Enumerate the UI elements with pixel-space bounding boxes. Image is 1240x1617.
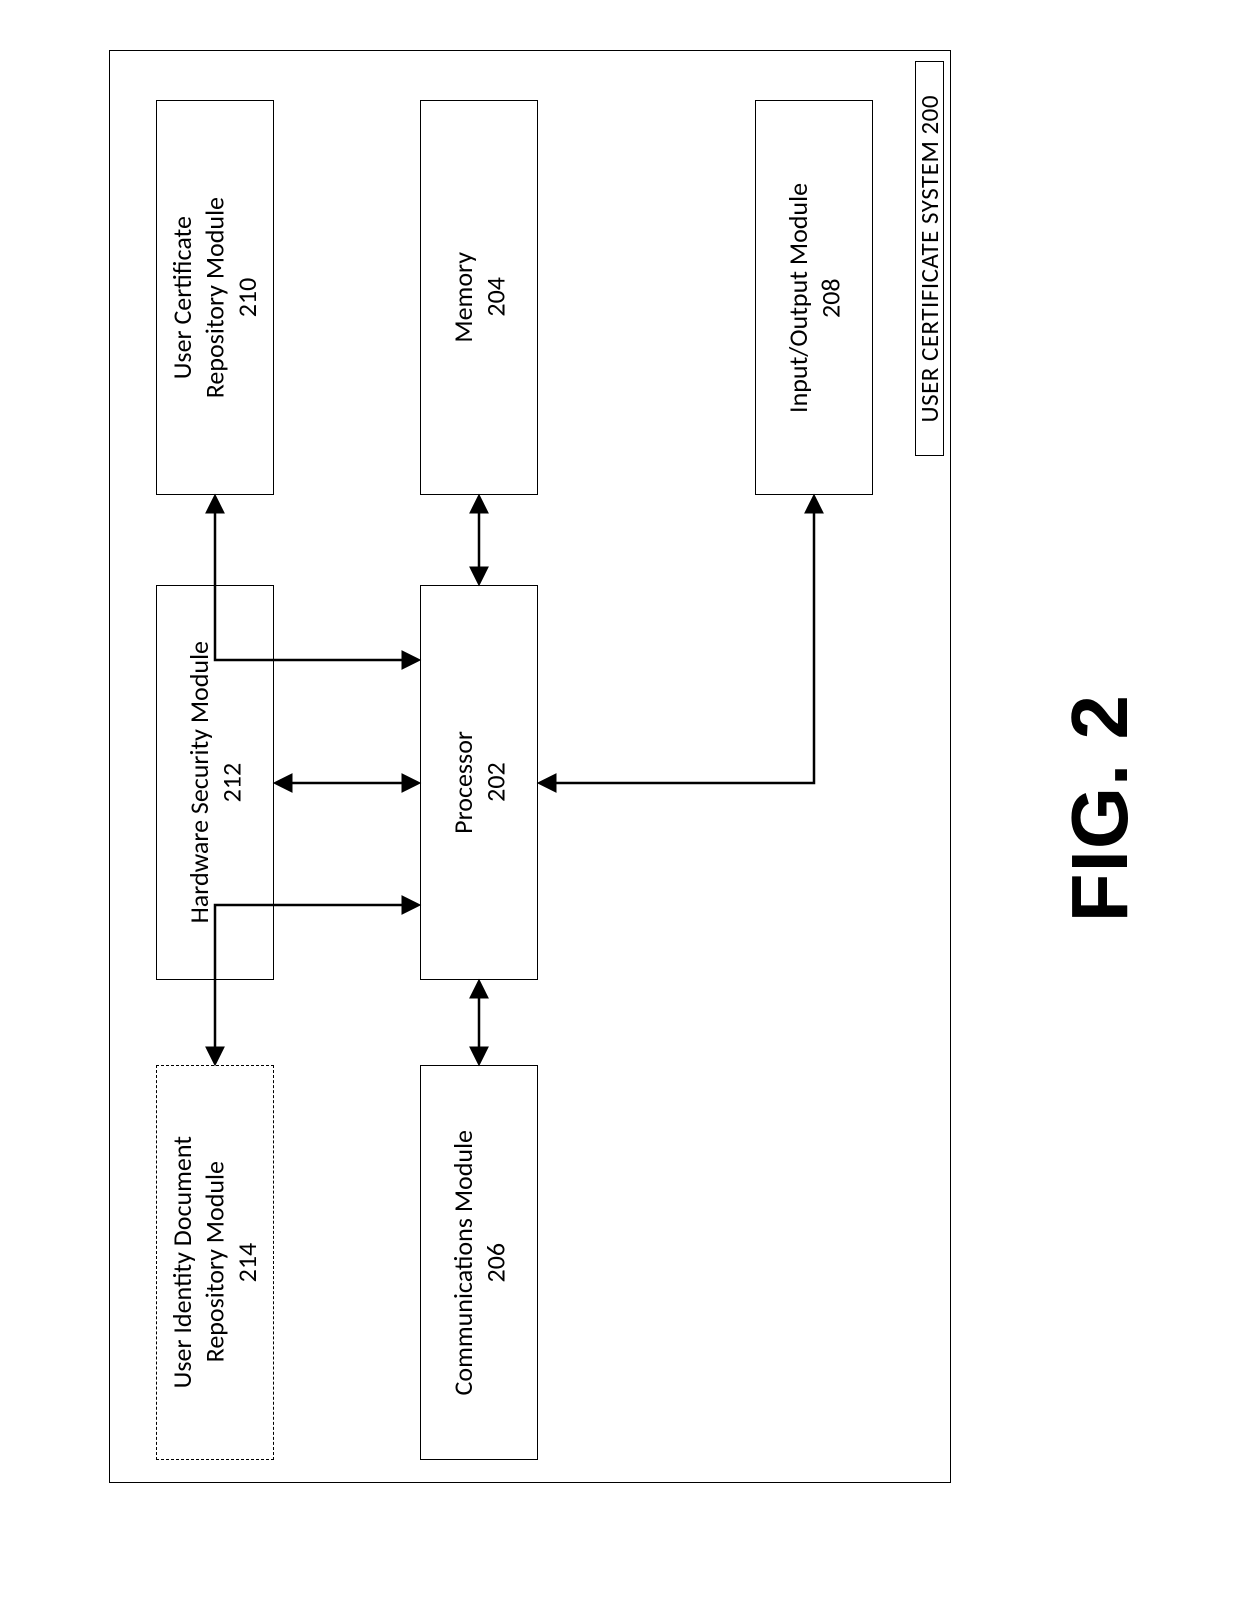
box-hardware-security-module: Hardware Security Module 212 xyxy=(156,585,274,980)
label-206: Communications Module 206 xyxy=(447,1130,512,1395)
label-214: User Identity Document Repository Module… xyxy=(166,1136,264,1388)
label-212: Hardware Security Module 212 xyxy=(183,641,248,923)
label-202: Processor 202 xyxy=(447,731,512,834)
figure-label: FIG. 2 xyxy=(1040,0,1160,1617)
box-memory: Memory 204 xyxy=(420,100,538,495)
box-user-certificate-repository-module: User Certificate Repository Module 210 xyxy=(156,100,274,495)
box-input-output-module: Input/Output Module 208 xyxy=(755,100,873,495)
box-communications-module: Communications Module 206 xyxy=(420,1065,538,1460)
label-204: Memory 204 xyxy=(447,252,512,343)
box-processor: Processor 202 xyxy=(420,585,538,980)
page: USER CERTIFICATE SYSTEM 200 User Certifi… xyxy=(0,0,1240,1617)
label-208: Input/Output Module 208 xyxy=(782,183,847,413)
system-title-text: USER CERTIFICATE SYSTEM 200 xyxy=(914,95,945,422)
figure-label-text: FIG. 2 xyxy=(1050,694,1150,922)
label-210: User Certificate Repository Module 210 xyxy=(166,197,264,398)
box-user-identity-document-repository-module: User Identity Document Repository Module… xyxy=(156,1065,274,1460)
system-title-badge: USER CERTIFICATE SYSTEM 200 xyxy=(915,61,944,456)
